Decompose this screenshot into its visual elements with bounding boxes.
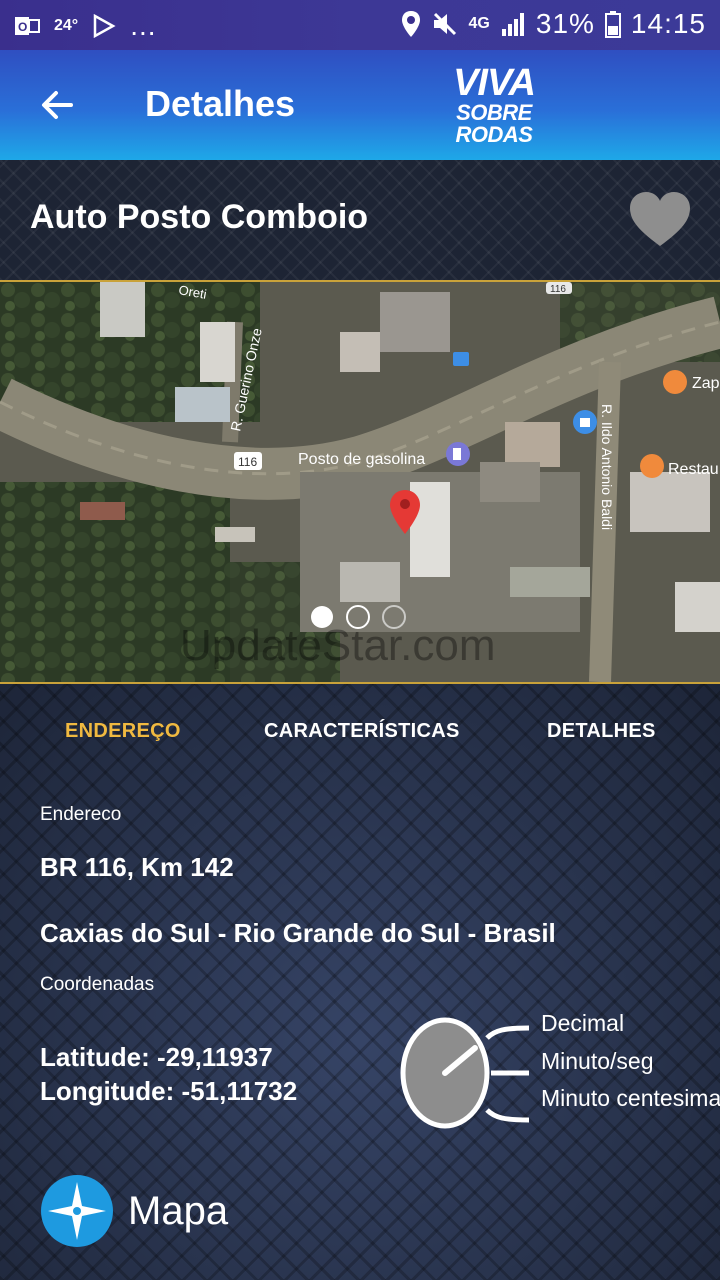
favorite-button[interactable] [628, 190, 692, 248]
battery-percent: 31% [535, 8, 595, 39]
tab-endereco[interactable]: ENDEREÇO [65, 720, 181, 743]
compass-icon [41, 1175, 113, 1247]
arrow-left-icon [42, 91, 73, 119]
place-photo-carousel[interactable]: Oreti R. Guerino Onze R. Ildo Antonio Ba… [0, 282, 720, 684]
address-line-1: BR 116, Km 142 [40, 852, 234, 882]
location-icon [401, 10, 421, 38]
pager-dot-1[interactable] [311, 606, 333, 628]
logo-line1: VIVA [453, 62, 536, 104]
status-right: 4G 31% 14:15 [401, 8, 706, 40]
longitude-value: Longitude: -51,11732 [40, 1076, 298, 1106]
logo-line2: SOBRE [456, 100, 532, 125]
outlook-icon: O [14, 14, 40, 38]
details-content: ENDEREÇO CARACTERÍSTICAS DETALHES Endere… [0, 684, 720, 1280]
map-label-poi-gas: Posto de gasolina [298, 451, 425, 468]
mute-icon [431, 10, 459, 38]
heart-icon [630, 192, 690, 246]
format-option-minuto-seg[interactable]: Minuto/seg [541, 1048, 654, 1075]
status-left: O 24° ... [14, 10, 157, 42]
map-label-poi-right1: Zap [692, 375, 720, 392]
weather-temp: 24° [54, 17, 79, 34]
format-option-decimal[interactable]: Decimal [541, 1010, 624, 1037]
play-store-icon [92, 14, 116, 38]
map-label-street-right: R. Ildo Antonio Baldi [599, 404, 615, 530]
address-label: Endereco [40, 804, 122, 825]
more-notifications: ... [130, 10, 157, 41]
back-button[interactable] [30, 78, 84, 132]
format-option-minuto-centesimal[interactable]: Minuto centesimal [541, 1085, 720, 1112]
map-watermark: UpdateStar.com [180, 621, 496, 670]
page-title: Detalhes [145, 83, 296, 124]
clock: 14:15 [630, 8, 706, 39]
coordinates-label: Coordenadas [40, 974, 155, 995]
tab-caracteristicas[interactable]: CARACTERÍSTICAS [264, 720, 460, 743]
open-map-button[interactable]: Mapa [40, 1172, 300, 1250]
battery-icon [604, 10, 621, 38]
format-dial-icon [400, 1017, 530, 1129]
svg-text:O: O [18, 20, 27, 34]
app-bar: Detalhes VIVA SOBRE RODAS [0, 50, 720, 160]
map-button-label: Mapa [128, 1188, 229, 1233]
place-name: Auto Posto Comboio [30, 198, 369, 236]
signal-icon [500, 11, 526, 37]
latitude-value: Latitude: -29,11937 [40, 1042, 273, 1072]
network-type: 4G [468, 15, 490, 32]
map-label-poi-right2: Restau [668, 461, 719, 478]
logo-line3: RODAS [455, 122, 533, 147]
viva-sobre-rodas-logo: VIVA SOBRE RODAS [446, 64, 542, 146]
coordinate-format-selector[interactable]: Decimal Minuto/seg Minuto centesimal [395, 1010, 720, 1130]
place-header: Auto Posto Comboio [0, 160, 720, 282]
address-line-2: Caxias do Sul - Rio Grande do Sul - Bras… [40, 918, 556, 948]
map-label-road: 116 [238, 455, 257, 469]
tab-detalhes[interactable]: DETALHES [547, 720, 656, 743]
satellite-map-image: Oreti R. Guerino Onze R. Ildo Antonio Ba… [0, 282, 720, 682]
map-label-road-2: 116 [550, 284, 566, 295]
status-bar: O 24° ... 4G 31% 14:15 [0, 0, 720, 50]
